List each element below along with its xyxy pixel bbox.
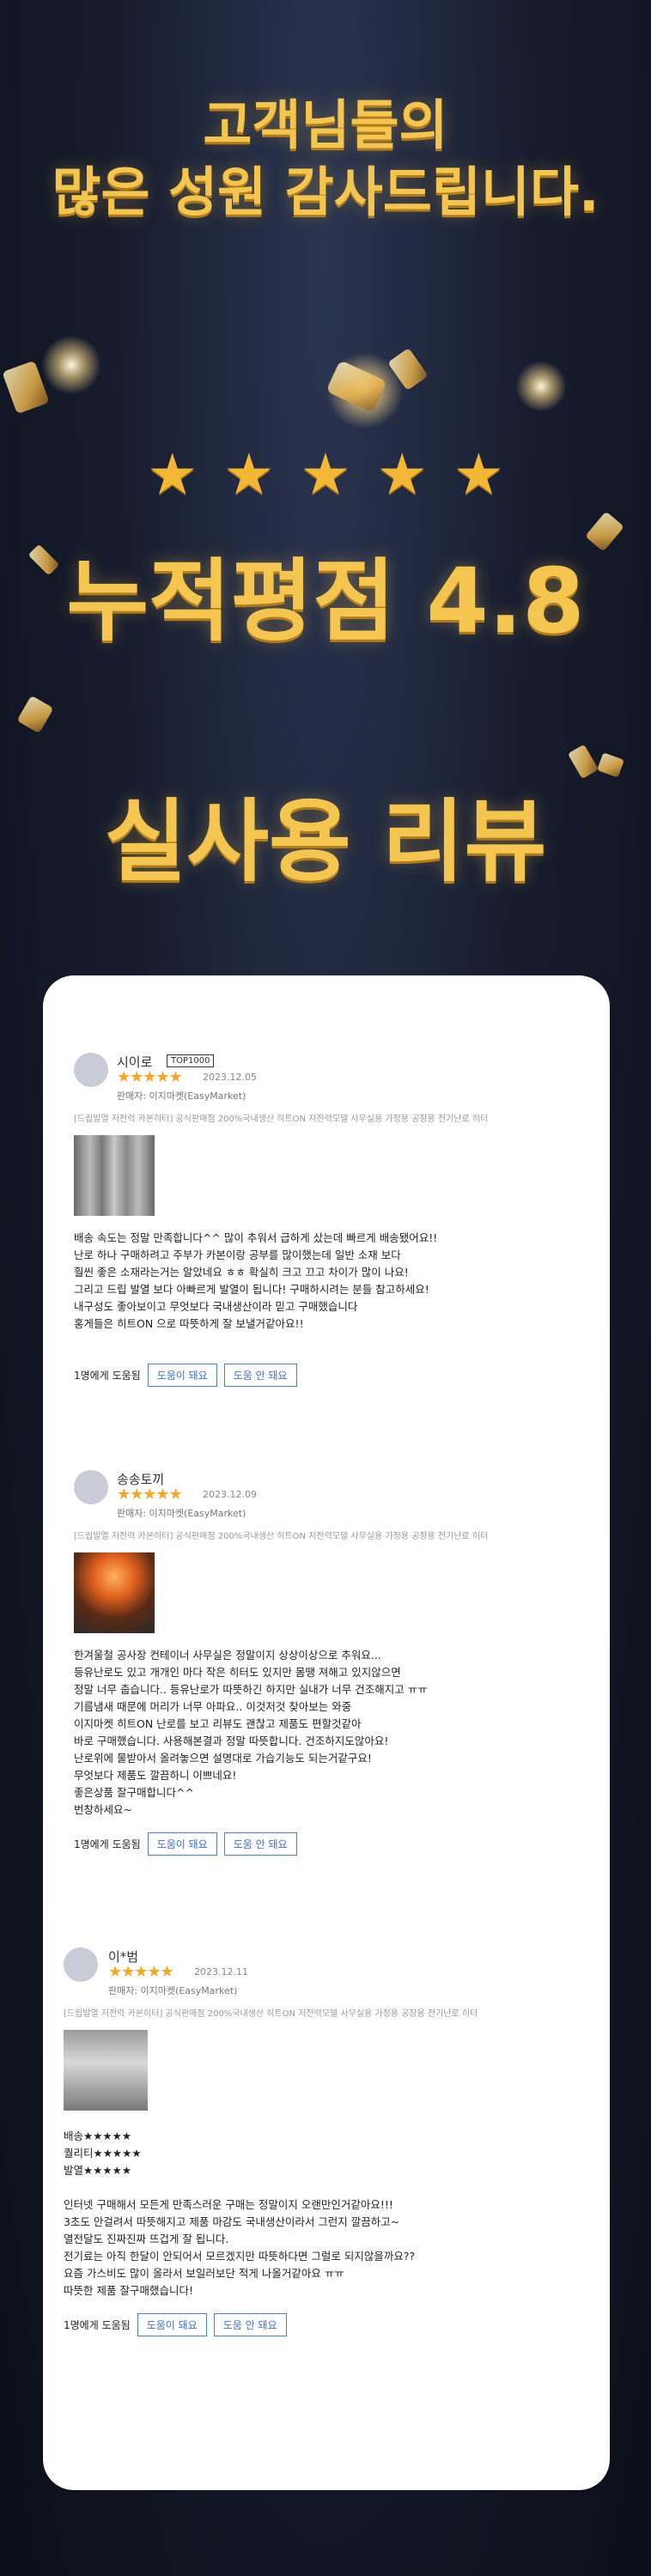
star-icon: ★ bbox=[453, 441, 504, 507]
confetti-piece bbox=[585, 511, 624, 552]
helpful-row: 1명에게 도움됨 도움이 돼요 도움 안 돼요 bbox=[74, 1832, 297, 1856]
review-date: 2023.12.09 bbox=[203, 1489, 257, 1500]
seller-info: 판매자: 이지마켓(EasyMarket) bbox=[117, 1091, 246, 1102]
confetti-piece bbox=[597, 752, 624, 778]
star-icon: ★ bbox=[147, 441, 198, 507]
helpful-yes-button[interactable]: 도움이 돼요 bbox=[147, 1364, 217, 1387]
product-name[interactable]: [드립발열 저전력 카본히터] 공식판매점 200%국내생산 히트ON 저전력모… bbox=[74, 1111, 589, 1124]
rank-badge: TOP1000 bbox=[167, 1054, 215, 1067]
helpful-no-button[interactable]: 도움 안 돼요 bbox=[223, 1364, 297, 1387]
confetti-piece bbox=[16, 695, 54, 734]
avatar bbox=[74, 1470, 108, 1504]
helpful-count: 1명에게 도움됨 bbox=[74, 1370, 141, 1382]
rating-stars: ★ ★ ★ ★ ★ bbox=[0, 447, 651, 503]
review-photo[interactable] bbox=[64, 2030, 148, 2111]
section-title: 실사용 리뷰 bbox=[104, 789, 547, 894]
review-photo[interactable] bbox=[74, 1135, 155, 1216]
sparkle-glow bbox=[41, 335, 101, 395]
helpful-count: 1명에게 도움됨 bbox=[74, 1838, 141, 1850]
review-date: 2023.12.11 bbox=[194, 1966, 248, 1978]
hero-section: 고객님들의 많은 성원 감사드립니다. ★ ★ ★ ★ ★ 누적평점 4.8 실… bbox=[0, 0, 651, 945]
helpful-no-button[interactable]: 도움 안 돼요 bbox=[213, 2313, 287, 2336]
hero-title-line1: 고객님들의 bbox=[203, 94, 448, 156]
sparkle-glow bbox=[515, 361, 567, 412]
reviews-card: 시이로 TOP1000 ★★★★★ 2023.12.05 판매자: 이지마켓(E… bbox=[43, 975, 610, 2490]
star-icon: ★ bbox=[300, 441, 351, 507]
seller-info: 판매자: 이지마켓(EasyMarket) bbox=[108, 1985, 238, 1996]
cumulative-rating: 누적평점 4.8 bbox=[66, 549, 585, 653]
avatar bbox=[74, 1053, 108, 1087]
confetti-piece bbox=[567, 744, 599, 780]
review-text: 배송 속도는 정말 만족합니다^^ 많이 추워서 급하게 샀는데 빠르게 배송됐… bbox=[74, 1231, 438, 1330]
product-name[interactable]: [드립발열 저전력 카본히터] 공식판매점 200%국내생산 히트ON 저전력모… bbox=[64, 2006, 596, 2019]
review-stars: ★★★★★ bbox=[117, 1068, 183, 1086]
helpful-count: 1명에게 도움됨 bbox=[64, 2319, 131, 2331]
avatar bbox=[64, 1947, 98, 1982]
product-name[interactable]: [드립발열 저전력 카본히터] 공식판매점 200%국내생산 히트ON 저전력모… bbox=[74, 1528, 589, 1541]
review-photo[interactable] bbox=[74, 1552, 155, 1633]
helpful-yes-button[interactable]: 도움이 돼요 bbox=[137, 2313, 207, 2336]
review-text: 한겨울철 공사장 컨테이너 사무실은 정말이지 상상이상으로 추워요... 등유… bbox=[74, 1649, 428, 1816]
review-date: 2023.12.05 bbox=[203, 1072, 257, 1083]
review-stars: ★★★★★ bbox=[117, 1485, 183, 1504]
star-icon: ★ bbox=[376, 441, 428, 507]
helpful-yes-button[interactable]: 도움이 돼요 bbox=[147, 1832, 217, 1856]
seller-info: 판매자: 이지마켓(EasyMarket) bbox=[117, 1508, 246, 1519]
review-stars: ★★★★★ bbox=[108, 1963, 174, 1981]
hero-title-line2: 많은 성원 감사드립니다. bbox=[52, 161, 599, 223]
helpful-row: 1명에게 도움됨 도움이 돼요 도움 안 돼요 bbox=[64, 2313, 287, 2336]
helpful-row: 1명에게 도움됨 도움이 돼요 도움 안 돼요 bbox=[74, 1364, 297, 1387]
helpful-no-button[interactable]: 도움 안 돼요 bbox=[223, 1832, 297, 1856]
star-icon: ★ bbox=[223, 441, 275, 507]
review-text: 배송★★★★★ 퀄리티★★★★★ 발열★★★★★ 인터넷 구매해서 모든게 만족… bbox=[64, 2129, 416, 2297]
